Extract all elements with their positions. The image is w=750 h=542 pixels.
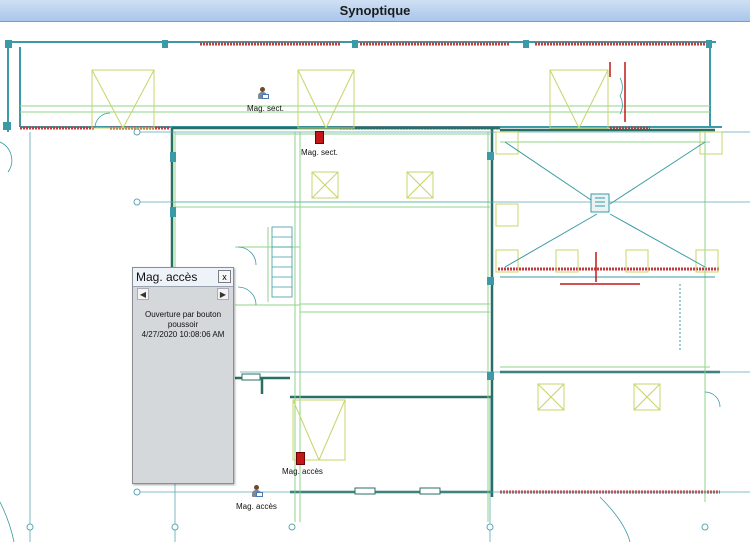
message-line-1: Ouverture par bouton — [144, 310, 222, 319]
door-label-top: Mag. sect. — [301, 148, 338, 157]
next-event-button[interactable]: ▶ — [217, 288, 229, 300]
close-icon[interactable]: x — [218, 270, 231, 283]
axis-markers — [26, 128, 709, 531]
door-icon-top[interactable] — [315, 131, 324, 144]
door-icon-bottom[interactable] — [296, 452, 305, 465]
room-diagonals — [500, 141, 715, 352]
window-titlebar: Synoptique — [0, 0, 750, 22]
bottom-curves — [0, 496, 631, 542]
event-message: Ouverture par bouton poussoir 4/27/2020 … — [137, 310, 229, 340]
event-timestamp: 4/27/2020 10:08:06 AM — [141, 330, 225, 339]
reader-label-bottom: Mag. accès — [236, 502, 277, 511]
plan-grid-lines — [20, 105, 710, 522]
building-walls — [7, 41, 722, 132]
reader-icon-top[interactable] — [256, 87, 269, 101]
hatched-wall-segments — [20, 42, 720, 494]
popup-header[interactable]: Mag. accès x — [133, 268, 233, 287]
window-title: Synoptique — [339, 3, 411, 18]
popup-title: Mag. accès — [136, 270, 198, 284]
reader-label-top: Mag. sect. — [247, 104, 284, 113]
reader-icon-bottom[interactable] — [250, 485, 263, 499]
red-door-frames — [560, 62, 640, 285]
previous-event-button[interactable]: ◀ — [137, 288, 149, 300]
bottom-openings — [241, 373, 441, 495]
stairs — [271, 226, 293, 298]
event-popup: Mag. accès x ◀ ▶ Ouverture par bouton po… — [132, 267, 234, 484]
door-label-bottom: Mag. accès — [282, 467, 323, 476]
floor-plan-canvas[interactable] — [0, 22, 750, 542]
message-line-2: poussoir — [167, 320, 199, 329]
